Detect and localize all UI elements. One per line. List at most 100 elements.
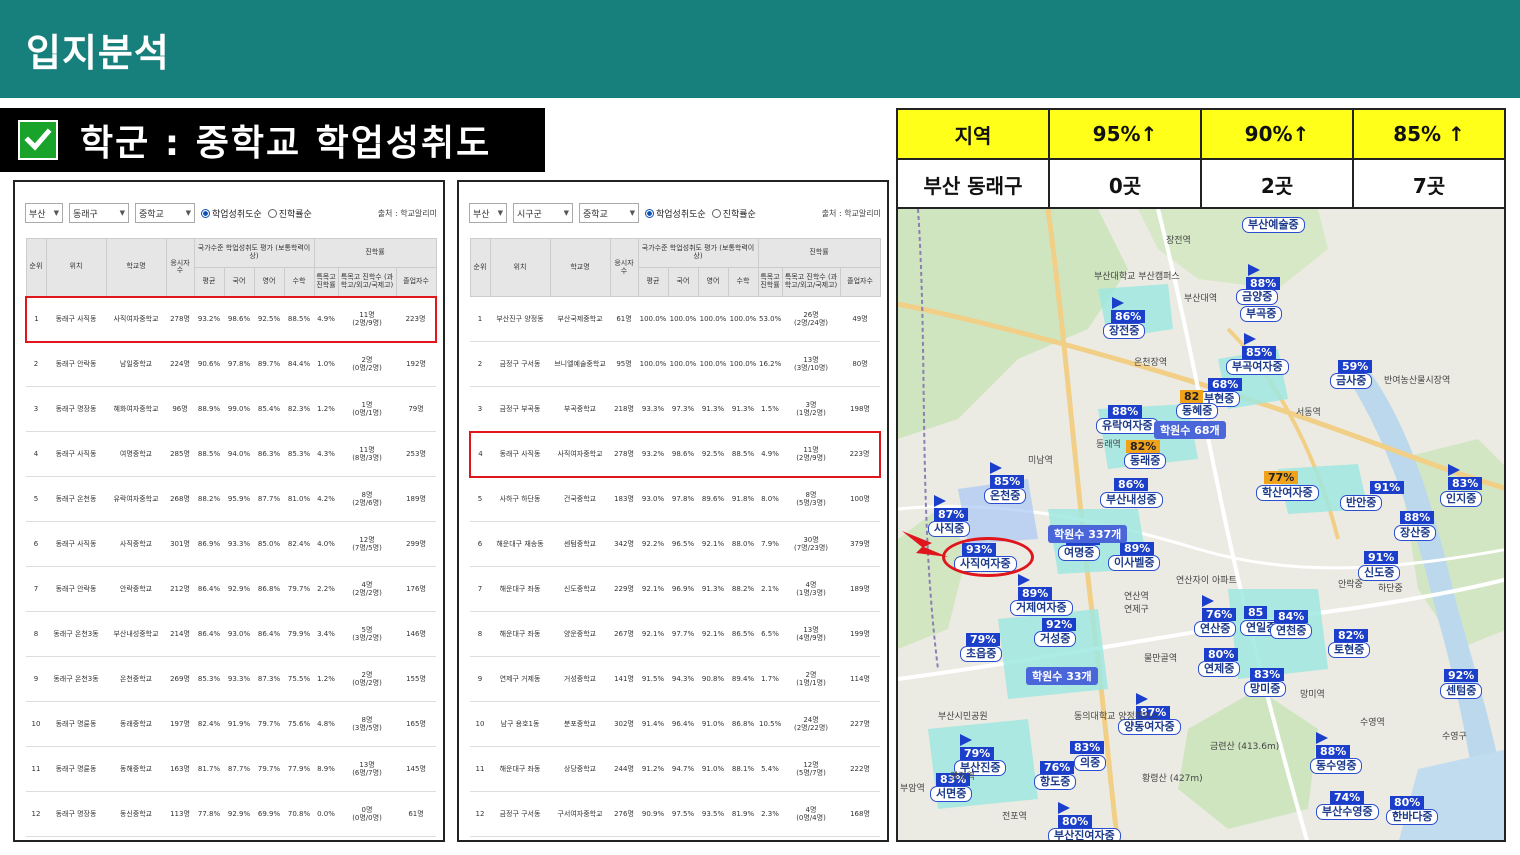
map-score: 80% bbox=[1204, 648, 1239, 661]
map-label-school[interactable]: 부곡여자중 bbox=[1226, 359, 1289, 375]
map-label-school[interactable]: 동수영중 bbox=[1310, 758, 1363, 774]
summary-header-region: 지역 bbox=[896, 108, 1050, 160]
map-score: 85% bbox=[990, 475, 1025, 488]
radio-advancement[interactable]: 진학률순 bbox=[267, 207, 312, 220]
cell-special-rate: 4.0% bbox=[314, 521, 338, 567]
cell-test-takers: 214명 bbox=[166, 611, 194, 657]
cell-korean: 94.0% bbox=[224, 431, 254, 477]
summary-count-90: 2곳 bbox=[1200, 158, 1354, 210]
map-label-school[interactable]: 한바다중 bbox=[1386, 809, 1439, 825]
th-rank: 순위 bbox=[25, 238, 47, 297]
table-row[interactable]: 6 해운대구 재송동 센텀중학교 342명 92.2% 96.5% 92.1% 88.0% 7.… bbox=[470, 521, 881, 567]
cell-special-count: 1명 (0명/1명) bbox=[338, 386, 396, 432]
table-row[interactable]: 4 동래구 사직동 사직여자중학교 278명 93.2% 98.6% 92.5% 88.5% 4… bbox=[469, 430, 882, 478]
cell-location: 해운대구 좌동 bbox=[490, 611, 550, 657]
cell-school: 동래중학교 bbox=[106, 701, 166, 747]
table-row[interactable]: 7 동래구 안락동 안락중학교 212명 86.4% 92.9% 86.8% 79.7% 2.2… bbox=[26, 566, 437, 612]
cell-school: 유락여자중학교 bbox=[106, 476, 166, 522]
special-count-breakdown: (2명/24명) bbox=[793, 319, 829, 327]
map-label-school[interactable]: 거성중 bbox=[1034, 631, 1077, 647]
school-type-select[interactable]: 중학교 ▼ bbox=[579, 203, 639, 223]
map-label-school[interactable]: 부산수영중 bbox=[1316, 804, 1379, 820]
table-row[interactable]: 8 동래구 온천3동 부산내성중학교 214명 86.4% 93.0% 86.4% 79.9%… bbox=[26, 611, 437, 657]
table-row[interactable]: 12 금정구 구서동 구서여자중학교 276명 90.9% 97.5% 93.5% 81.9%… bbox=[470, 791, 881, 837]
map-label-school[interactable]: 부산진여자중 bbox=[1048, 828, 1121, 840]
radio-selected-icon bbox=[645, 208, 654, 218]
map-label-school[interactable]: 의중 bbox=[1074, 755, 1107, 771]
table-row[interactable]: 12 동래구 명장동 동신중학교 113명 77.8% 92.9% 69.9% 70.8% 0.… bbox=[26, 791, 437, 837]
th-korean: 국어 bbox=[223, 267, 255, 297]
table-row[interactable]: 10 동래구 명륜동 동래중학교 197명 82.4% 91.9% 79.7% 75.6% 4.… bbox=[26, 701, 437, 747]
map-label-school[interactable]: 신도중 bbox=[1358, 565, 1401, 581]
cell-graduates: 165명 bbox=[396, 701, 437, 747]
map-score: 89% bbox=[1018, 587, 1053, 600]
table-row[interactable]: 1 동래구 사직동 사직여자중학교 278명 93.2% 98.6% 92.5% 88.5% 4… bbox=[25, 295, 438, 343]
cell-math: 84.4% bbox=[284, 341, 314, 387]
map-label-school[interactable]: 학산여자중 bbox=[1256, 485, 1319, 501]
table-row[interactable]: 3 금정구 부곡동 부곡중학교 218명 93.3% 97.3% 91.3% 91.3% 1.5… bbox=[470, 386, 881, 432]
table-row[interactable]: 6 동래구 사직동 사직중학교 301명 86.9% 93.3% 85.0% 82.4% 4.0… bbox=[26, 521, 437, 567]
chevron-down-icon: ▼ bbox=[629, 209, 635, 217]
cell-test-takers: 269명 bbox=[166, 656, 194, 702]
school-map[interactable]: 부산예술중 86% 장전중 88% 금양중 부곡중 85% 부곡여자중 59% … bbox=[896, 207, 1506, 842]
cell-graduates: 379명 bbox=[840, 521, 881, 567]
cell-english: 86.4% bbox=[254, 611, 284, 657]
table-row[interactable]: 1 부산진구 양정동 부산국제중학교 61명 100.0% 100.0% 100.0% 100… bbox=[470, 296, 881, 342]
source-note: 출처 : 학교알리미 bbox=[377, 208, 437, 218]
radio-achievement[interactable]: 학업성취도순 bbox=[201, 207, 262, 220]
radio-advancement[interactable]: 진학률순 bbox=[711, 207, 756, 220]
map-label-school[interactable]: 항도중 bbox=[1034, 774, 1077, 790]
map-label-school[interactable]: 장전중 bbox=[1103, 323, 1146, 339]
table-row[interactable]: 3 동래구 명장동 혜화여자중학교 96명 88.9% 99.0% 85.4% 82.3% 1.… bbox=[26, 386, 437, 432]
map-label-school[interactable]: 동래중 bbox=[1124, 453, 1167, 469]
map-label-school[interactable]: 토현중 bbox=[1328, 642, 1371, 658]
table-row[interactable]: 9 동래구 온천3동 온천중학교 269명 85.3% 93.3% 87.3% 75.5% 1.… bbox=[26, 656, 437, 702]
map-label-school[interactable]: 부곡중 bbox=[1240, 306, 1283, 322]
map-label-school[interactable]: 부산내성중 bbox=[1100, 492, 1163, 508]
region-select[interactable]: 부산 ▼ bbox=[25, 203, 63, 223]
table-row[interactable]: 8 해운대구 좌동 양운중학교 267명 92.1% 97.7% 92.1% 86.5% 6.5… bbox=[470, 611, 881, 657]
map-label-school[interactable]: 망미중 bbox=[1244, 681, 1287, 697]
table-row[interactable]: 7 해운대구 좌동 신도중학교 229명 92.1% 96.9% 91.3% 88.2% 2.1… bbox=[470, 566, 881, 612]
map-label-school[interactable]: 금사중 bbox=[1330, 373, 1373, 389]
map-label-school[interactable]: 온천중 bbox=[984, 488, 1027, 504]
cell-graduates: 299명 bbox=[396, 521, 437, 567]
district-select[interactable]: 동래구 ▼ bbox=[69, 203, 129, 223]
map-label-school[interactable]: 금양중 bbox=[1236, 289, 1279, 305]
map-label-school[interactable]: 인지중 bbox=[1440, 491, 1483, 507]
table-row[interactable]: 9 연제구 거제동 거성중학교 141명 91.5% 94.3% 90.8% 89.4% 1.7… bbox=[470, 656, 881, 702]
map-label-school[interactable]: 동혜중 bbox=[1176, 403, 1219, 419]
map-label-school[interactable]: 연산중 bbox=[1194, 621, 1237, 637]
map-label-school[interactable]: 장산중 bbox=[1394, 525, 1437, 541]
map-label-school[interactable]: 센텀중 bbox=[1440, 683, 1483, 699]
map-label-school[interactable]: 거제여자중 bbox=[1010, 600, 1073, 616]
map-label-school[interactable]: 서면중 bbox=[930, 786, 973, 802]
special-count-total: 4명 bbox=[805, 580, 817, 589]
cell-avg: 100.0% bbox=[638, 296, 668, 342]
district-select[interactable]: 시구군 ▼ bbox=[513, 203, 573, 223]
map-label-school[interactable]: 연제중 bbox=[1198, 661, 1241, 677]
special-count-breakdown: (3명/2명) bbox=[352, 634, 382, 642]
table-row[interactable]: 2 금정구 구서동 브니엘예술중학교 95명 100.0% 100.0% 100.0% 100… bbox=[470, 341, 881, 387]
table-row[interactable]: 4 동래구 사직동 여명중학교 285명 88.5% 94.0% 86.3% 85.3% 4.3… bbox=[26, 431, 437, 477]
map-score: 80% bbox=[1390, 796, 1425, 809]
table-row[interactable]: 11 동래구 명륜동 동해중학교 163명 81.7% 87.7% 79.7% 77.9% 8.… bbox=[26, 746, 437, 792]
cell-math: 79.9% bbox=[284, 611, 314, 657]
section-banner: 학군 : 중학교 학업성취도 bbox=[0, 108, 545, 172]
map-label-school[interactable]: 연천중 bbox=[1270, 623, 1313, 639]
map-label-school[interactable]: 이사벨중 bbox=[1108, 555, 1161, 571]
table-row[interactable]: 11 해운대구 좌동 상당중학교 244명 91.2% 94.7% 91.0% 88.1% 5.… bbox=[470, 746, 881, 792]
table-row[interactable]: 10 남구 용호1동 분포중학교 302명 91.4% 96.4% 91.0% 86.8% 10… bbox=[470, 701, 881, 747]
map-label-school[interactable]: 여명중 bbox=[1058, 545, 1101, 561]
table-row[interactable]: 5 동래구 온천동 유락여자중학교 268명 88.2% 95.9% 87.7% 81.0% 4… bbox=[26, 476, 437, 522]
map-label-school[interactable]: 부산예술중 bbox=[1242, 217, 1305, 233]
table-row[interactable]: 5 사하구 하단동 건국중학교 183명 93.0% 97.8% 89.6% 91.8% 8.0… bbox=[470, 476, 881, 522]
map-label-school[interactable]: 반안중 bbox=[1340, 495, 1383, 511]
map-label-school[interactable]: 유락여자중 bbox=[1096, 418, 1159, 434]
cell-korean: 92.9% bbox=[224, 566, 254, 612]
radio-achievement[interactable]: 학업성취도순 bbox=[645, 207, 706, 220]
map-label-school[interactable]: 초읍중 bbox=[960, 646, 1003, 662]
table-row[interactable]: 2 동래구 안락동 남일중학교 224명 90.6% 97.8% 89.7% 84.4% 1.0… bbox=[26, 341, 437, 387]
region-select[interactable]: 부산 ▼ bbox=[469, 203, 507, 223]
school-type-select[interactable]: 중학교 ▼ bbox=[135, 203, 195, 223]
